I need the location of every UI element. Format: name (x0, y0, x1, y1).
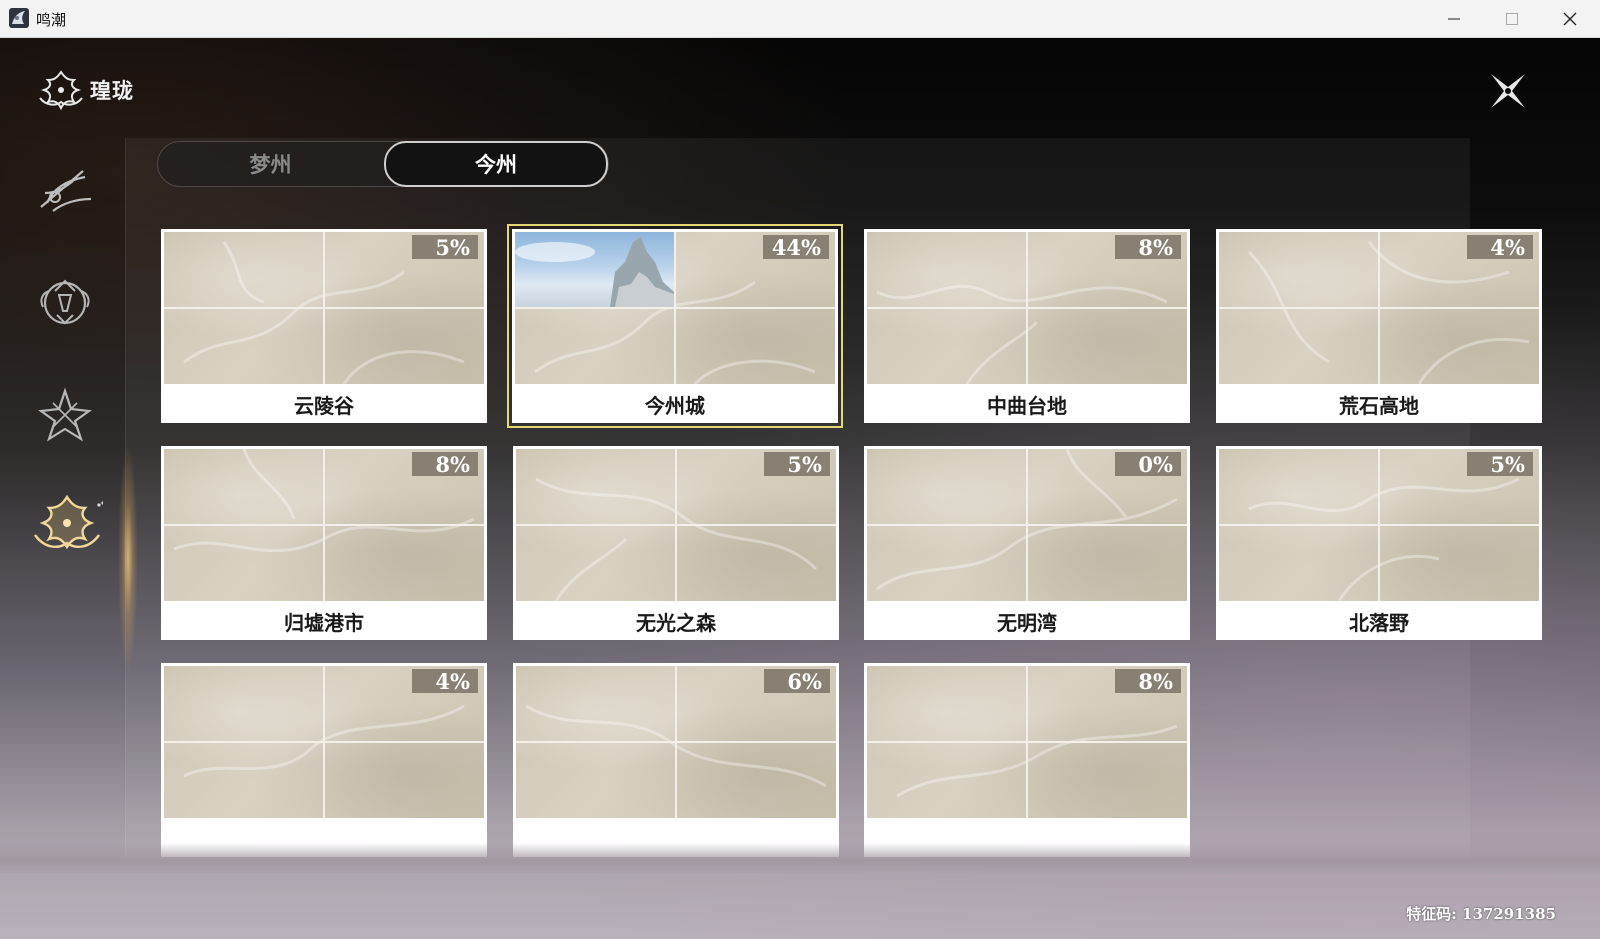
region-card[interactable]: 8% (864, 663, 1190, 857)
exploration-percent-badge: 4% (1467, 235, 1533, 260)
region-name: 无光之森 (636, 610, 716, 635)
grid-line (1219, 307, 1539, 309)
brand-header: 瑝珑 (36, 68, 134, 112)
region-card[interactable]: 5% 云陵谷 (161, 229, 487, 423)
sidebar-item-4-active[interactable] (30, 486, 104, 566)
grid-line (1219, 524, 1539, 526)
dragon-emblem-icon (39, 70, 83, 111)
region-name: 北落野 (1349, 610, 1409, 635)
exploration-percent-badge: 5% (1467, 452, 1533, 477)
region-card-selected[interactable]: 44% 今州城 (507, 224, 843, 428)
exploration-percent-badge: 4% (412, 669, 478, 694)
region-card[interactable]: 6% (513, 663, 839, 857)
spear-emblem-icon (40, 170, 92, 212)
region-map-thumbnail: 5% (1219, 449, 1539, 601)
close-icon (1491, 74, 1525, 108)
exploration-percent-badge: 5% (764, 452, 830, 477)
region-card[interactable]: 5% 北落野 (1216, 446, 1542, 640)
region-name: 荒石高地 (1339, 393, 1419, 418)
minimize-button[interactable] (1425, 0, 1483, 38)
tab-mengzhou[interactable]: 梦州 (158, 142, 383, 186)
close-window-button[interactable] (1541, 0, 1599, 38)
scroll-fade-overlay (0, 843, 1600, 873)
exploration-percent-badge: 8% (412, 452, 478, 477)
region-map-thumbnail: 8% (867, 666, 1187, 818)
sidebar-item-1[interactable] (30, 156, 100, 226)
region-name: 无明湾 (997, 610, 1057, 635)
feature-code: 特征码: 137291385 (1406, 905, 1556, 923)
tab-jinzhou[interactable]: 今州 (384, 141, 608, 187)
star-emblem-icon (38, 387, 92, 442)
region-map-thumbnail: 5% (516, 449, 836, 601)
grid-line (164, 307, 484, 309)
region-map-thumbnail: 4% (164, 666, 484, 818)
sidebar-item-3[interactable] (30, 380, 100, 450)
sidebar-item-2[interactable] (30, 268, 100, 338)
grid-line (516, 741, 836, 743)
region-name: 今州城 (645, 393, 705, 418)
sidebar-active-glow (118, 443, 138, 673)
app-icon (9, 8, 29, 28)
region-card[interactable]: 8% 中曲台地 (864, 229, 1190, 423)
grid-line (515, 307, 835, 309)
region-map-thumbnail: 6% (516, 666, 836, 818)
minimize-icon (1448, 18, 1460, 20)
region-map-thumbnail: 4% (1219, 232, 1539, 384)
region-map-thumbnail: 44% (515, 232, 835, 384)
exploration-percent-badge: 8% (1115, 669, 1181, 694)
region-card[interactable]: 0% 无明湾 (864, 446, 1190, 640)
maximize-icon (1506, 13, 1518, 25)
exploration-percent-badge: 8% (1115, 235, 1181, 260)
crest-emblem-icon (40, 279, 90, 325)
game-screen: 瑝珑 梦州 今州 5% 云陵谷 44% 今州城 8% 中曲台地 4% 荒石高地 … (0, 38, 1600, 939)
exploration-percent-badge: 5% (412, 235, 478, 260)
region-card[interactable]: 4% (161, 663, 487, 857)
window-title: 鸣潮 (36, 11, 67, 29)
region-name: 中曲台地 (987, 393, 1067, 418)
region-group-title: 瑝珑 (90, 79, 134, 103)
region-card[interactable]: 4% 荒石高地 (1216, 229, 1542, 423)
city-cliff-image (515, 237, 674, 307)
grid-line (516, 524, 836, 526)
close-icon (1563, 12, 1577, 26)
region-card[interactable]: 5% 无光之森 (513, 446, 839, 640)
grid-line (867, 307, 1187, 309)
grid-line (867, 741, 1187, 743)
close-panel-button[interactable] (1485, 68, 1531, 114)
dragon-emblem-icon (34, 494, 103, 550)
grid-line (867, 524, 1187, 526)
region-name: 云陵谷 (294, 393, 354, 418)
region-card[interactable]: 8% 归墟港市 (161, 446, 487, 640)
region-map-thumbnail: 8% (867, 232, 1187, 384)
window-title-bar: 鸣潮 (0, 0, 1600, 38)
maximize-button[interactable] (1483, 0, 1541, 38)
region-map-thumbnail: 5% (164, 232, 484, 384)
region-map-thumbnail: 0% (867, 449, 1187, 601)
exploration-percent-badge: 0% (1115, 452, 1181, 477)
exploration-percent-badge: 44% (763, 235, 829, 260)
grid-line (164, 741, 484, 743)
region-name: 归墟港市 (284, 610, 364, 635)
grid-line (164, 524, 484, 526)
exploration-percent-badge: 6% (764, 669, 830, 694)
region-map-thumbnail: 8% (164, 449, 484, 601)
unlocked-map-quadrant (515, 232, 674, 307)
region-tabs: 梦州 今州 (157, 141, 609, 187)
